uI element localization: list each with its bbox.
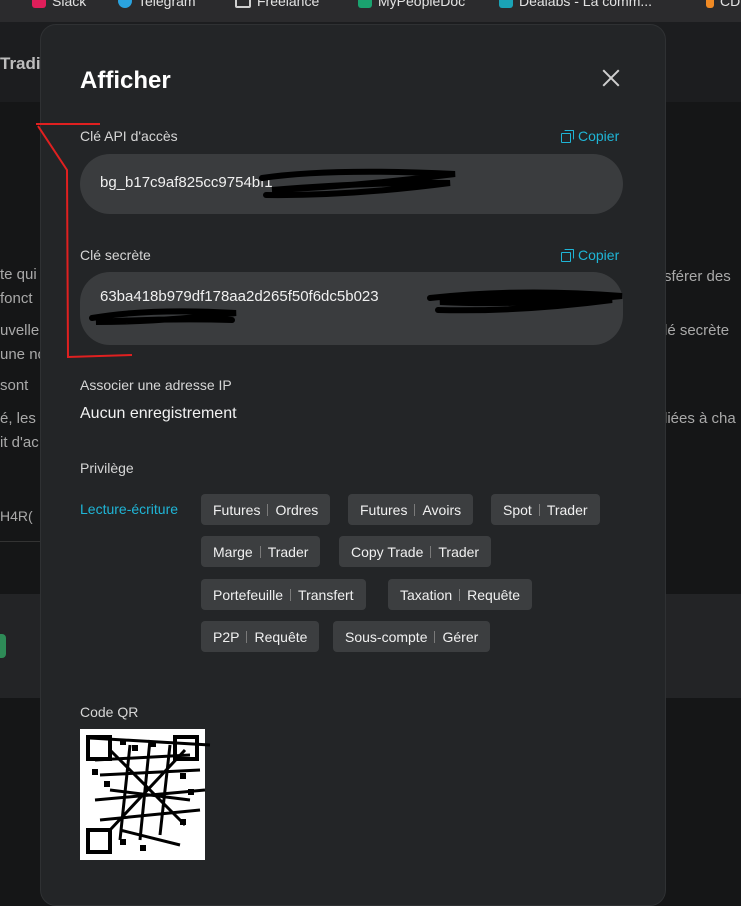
slack-icon: [32, 0, 46, 8]
privilege-type: Lecture-écriture: [80, 501, 179, 517]
background-text: une no: [0, 346, 46, 363]
background-text: sférer des: [664, 268, 731, 285]
mypeopledoc-icon: [358, 0, 372, 8]
background-text: liées à cha: [664, 410, 736, 427]
bookmark-dealabs[interactable]: Dealabs - La comm...: [499, 0, 652, 9]
secret-key-field[interactable]: 63ba418b979df178aa2d265f50f6dc5b023: [80, 272, 623, 345]
background-text: fonct: [0, 290, 33, 307]
bookmark-cdiscount[interactable]: CD...: [706, 0, 741, 9]
background-text: uvelle: [0, 322, 40, 339]
permission-tag: Copy Trade Trader: [339, 536, 492, 567]
background-text: H4R(: [0, 508, 33, 524]
copy-secret-key-button[interactable]: Copier: [561, 247, 619, 263]
background-text: lé secrète: [664, 322, 730, 339]
modal-title: Afficher: [80, 67, 171, 94]
qr-code-graphic: [86, 735, 199, 854]
background-green-button[interactable]: [0, 634, 6, 658]
ip-label: Associer une adresse IP: [80, 377, 232, 393]
permission-tag: P2P Requête: [201, 621, 320, 652]
permission-tag: Portefeuille Transfert: [201, 579, 366, 610]
bookmark-mypeopledoc[interactable]: MyPeopleDoc: [358, 0, 465, 9]
qr-code: [80, 729, 205, 860]
close-icon[interactable]: [600, 67, 622, 89]
api-key-field[interactable]: bg_b17c9af825cc9754bf1: [80, 154, 623, 214]
cdiscount-icon: [706, 0, 714, 8]
permission-tag: Taxation Requête: [388, 579, 533, 610]
background-text: it d'ac: [0, 434, 39, 451]
permission-tag: Futures Ordres: [201, 494, 331, 525]
dealabs-icon: [499, 0, 513, 8]
copy-api-key-button[interactable]: Copier: [561, 128, 619, 144]
telegram-icon: [118, 0, 132, 8]
permission-tag: Spot Trader: [491, 494, 600, 525]
background-text: é, les: [0, 410, 36, 427]
secret-key-label: Clé secrète: [80, 247, 151, 263]
bookmark-freelance[interactable]: Freelance: [235, 0, 319, 9]
ip-value: Aucun enregistrement: [80, 405, 237, 422]
folder-icon: [235, 0, 251, 8]
copy-icon: [561, 248, 574, 262]
permission-tag: Futures Avoirs: [348, 494, 474, 525]
api-key-label: Clé API d'accès: [80, 128, 178, 144]
api-key-modal: Afficher Clé API d'accès Copier bg_b17c9…: [40, 24, 666, 906]
bookmarks-bar: Slack Telegram Freelance MyPeopleDoc Dea…: [0, 0, 741, 22]
background-divider: [0, 541, 40, 542]
permission-tag: Marge Trader: [201, 536, 321, 567]
bookmark-slack[interactable]: Slack: [32, 0, 86, 9]
api-key-value: bg_b17c9af825cc9754bf1: [100, 174, 273, 191]
privilege-label: Privilège: [80, 460, 134, 476]
bookmark-telegram[interactable]: Telegram: [118, 0, 196, 9]
background-text: te qui: [0, 266, 37, 283]
permission-tag: Sous-compte Gérer: [333, 621, 491, 652]
secret-key-value: 63ba418b979df178aa2d265f50f6dc5b023: [100, 288, 379, 305]
qr-code-label: Code QR: [80, 704, 139, 720]
background-text: sont: [0, 377, 29, 394]
background-page-title: Tradi: [0, 54, 41, 73]
copy-icon: [561, 129, 574, 143]
